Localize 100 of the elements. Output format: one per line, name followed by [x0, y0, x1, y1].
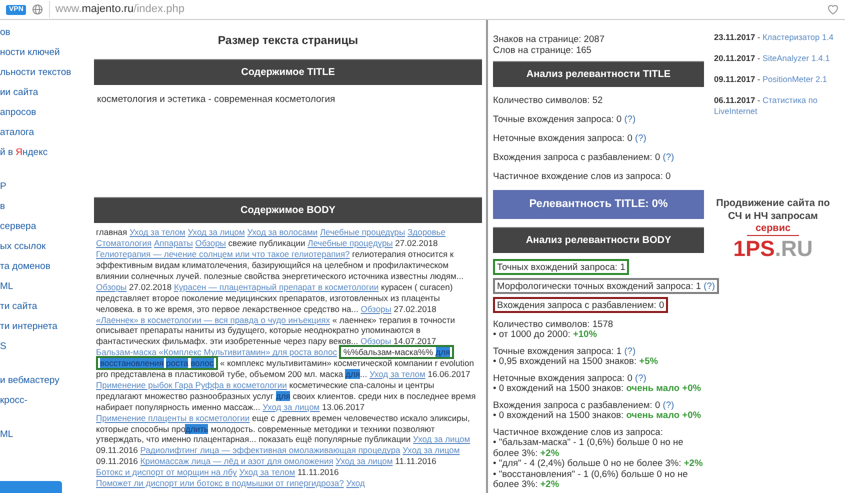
match-box: Вхождения запроса с разбавлением: 0	[493, 296, 668, 312]
article-link[interactable]: Уход за лицом	[262, 402, 320, 412]
heart-icon[interactable]	[827, 4, 839, 15]
section-header: Содержимое TITLE	[94, 59, 482, 86]
help-link[interactable]: (?)	[624, 346, 636, 356]
article-link[interactable]: Аппараты	[154, 238, 193, 248]
news-item[interactable]: 20.11.2017 - SiteAnalyzer 1.4.1	[714, 53, 845, 64]
article-link[interactable]: Уход за телом	[369, 369, 426, 380]
body-metric: • "бальзам-маска" - 1 (0,6%) больше 0 но не более 3%: +2%	[493, 437, 684, 458]
news-item[interactable]: 23.11.2017 - Кластеризатор 1.4	[714, 32, 845, 43]
help-link[interactable]: (?)	[624, 114, 636, 124]
sidebar-link[interactable]: ти интернета	[0, 317, 88, 337]
body-metric: • от 1000 до 2000: +10%	[493, 329, 598, 340]
article-link[interactable]: Уход за лицом	[402, 445, 460, 456]
match-box: Точных вхождений запроса: 1	[493, 258, 630, 274]
article-link[interactable]: Уход за лицом	[188, 227, 245, 238]
article-link[interactable]: «Лаеннек» в косметологии — вся правда о чудо инъекциях	[96, 314, 330, 324]
page-size-title: Размер текста страницы	[216, 34, 360, 49]
article-link[interactable]: Уход за телом	[239, 467, 296, 478]
highlighted-word: для	[276, 390, 290, 401]
banner-headline: Продвижение сайта по СЧ и НЧ запросам	[715, 197, 831, 223]
sidebar-link[interactable]: S	[0, 337, 88, 357]
body-metric: Неточные вхождения запроса: 0 (?)	[493, 372, 648, 383]
article-link[interactable]: Обзоры	[96, 282, 127, 292]
body-metric: • 0 вхождений на 1500 знаков: очень мало +0%	[493, 410, 702, 420]
article-link[interactable]: Стоматология	[96, 238, 152, 248]
help-link[interactable]: (?)	[704, 280, 715, 290]
relevance-bar: Релевантность TITLE: 0%	[493, 190, 704, 218]
article-link[interactable]: Радиолифтинг лица — эффективная омолаживающая процедура	[140, 445, 400, 456]
help-link[interactable]: (?)	[662, 152, 674, 162]
title-metric: Точные вхождения запроса: 0 (?)	[493, 114, 637, 125]
body-metric: • "для" - 4 (2,4%) больше 0 но не более 3%: +2%	[493, 458, 704, 468]
page-stat: Знаков на странице: 2087	[493, 34, 606, 45]
sidebar-link[interactable]: P	[0, 177, 88, 197]
globe-icon	[32, 4, 44, 15]
sidebar-link[interactable]: ML	[0, 425, 88, 445]
sidebar-link[interactable]: апросов	[0, 103, 88, 123]
body-metric: Точные вхождения запроса: 1 (?)	[493, 346, 637, 356]
article-link[interactable]: Лечебные процедуры	[308, 238, 393, 248]
article-link[interactable]: Бальзам-маска «Комплекс Мультивитамин» для роста волос	[96, 347, 338, 358]
highlighted-word: восстановления	[100, 358, 164, 368]
sidebar-link[interactable]: кросс-	[0, 391, 88, 411]
sidebar-link[interactable]: в	[0, 197, 88, 217]
article-link[interactable]: Курасен — плацентарный препарат в косметологии	[174, 282, 379, 292]
body-metric: • 0 вхождений на 1500 знаков: очень мало +0%	[493, 383, 702, 394]
article-link[interactable]: Здоровье	[408, 227, 446, 238]
title-metric: Неточные вхождения запроса: 0 (?)	[493, 133, 648, 144]
sidebar-link[interactable]: льности текстов	[0, 63, 88, 83]
sidebar-link[interactable]: аталога	[0, 123, 88, 143]
sidebar-link[interactable]: сервера	[0, 217, 88, 237]
body-metric: Вхождения запроса с разбавлением: 0 (?)	[493, 400, 676, 410]
article-link[interactable]: Обзоры	[360, 304, 392, 314]
match-box: Морфологически точных вхождений запроса: 1 (?)	[493, 278, 719, 294]
sidebar-link[interactable]: ти сайта	[0, 297, 88, 317]
highlighted-word: для	[345, 369, 360, 380]
sidebar-link[interactable]: ности ключей	[0, 43, 88, 63]
article-link[interactable]: Уход за лицом	[336, 456, 393, 466]
sidebar-link[interactable]: ых ссылок	[0, 237, 88, 257]
article-link[interactable]: Уход за волосами	[247, 227, 318, 238]
article-link[interactable]: Уход	[346, 478, 365, 488]
title-metric: Вхождения запроса с разбавлением: 0 (?)	[493, 152, 676, 163]
help-link[interactable]: (?)	[662, 400, 674, 410]
sidebar-link[interactable]: ML	[0, 277, 88, 297]
help-link[interactable]: (?)	[634, 372, 646, 382]
article-link[interactable]: Ботокс и диспорт от морщин на лбу	[96, 467, 237, 478]
help-link[interactable]: (?)	[634, 133, 646, 143]
banner-service: сервис	[747, 223, 799, 236]
section-header: Анализ релевантности TITLE	[493, 61, 704, 87]
article-link[interactable]: Лечебные процедуры	[320, 227, 406, 238]
sidebar-link[interactable]: и вебмастеру	[0, 371, 88, 391]
title-content: косметология и эстетика - современная косметология	[96, 93, 336, 108]
body-metric: Частичное вхождение слов из запроса:	[493, 426, 664, 437]
body-metric: • 0,95 вхождений на 1500 знаков: +5%	[493, 356, 660, 366]
article-link[interactable]: Уход за лицом	[413, 434, 470, 444]
article-link[interactable]: Применение рыбок Гара Руффа в косметологии	[96, 380, 287, 390]
article-link[interactable]: Гелиотерапия — лечение солнцем или что такое гелиотерапия?	[96, 249, 350, 260]
sidebar-link[interactable]: й в Яндекс	[0, 143, 88, 163]
article-link[interactable]: Обзоры	[195, 238, 226, 248]
news-item[interactable]: 09.11.2017 - PositionMeter 2.1	[714, 74, 845, 85]
highlighted-word: длить	[185, 424, 208, 434]
body-metric: • "восстановления" - 1 (0,6%) больше 0 но не более 3%: +2%	[493, 468, 689, 490]
body-metric: Количество символов: 1578	[493, 318, 614, 329]
sidebar-link[interactable]: та доменов	[0, 257, 88, 277]
page-stat: Слов на странице: 165	[493, 45, 592, 56]
news-item[interactable]: 06.11.2017 - Статистика по LiveInternet	[714, 95, 845, 117]
article-link[interactable]: Криомассаж лица — лёд и азот для омоложения	[140, 456, 334, 466]
highlighted-word: волос	[190, 358, 214, 368]
section-header: Содержимое BODY	[94, 197, 482, 224]
ad-banner[interactable]: Продвижение сайта по СЧ и НЧ запросам сервис 1PS.RU	[714, 197, 832, 262]
title-metric: Частичное вхождение слов из запроса: 0	[493, 171, 672, 182]
article-link[interactable]: Поможет ли диспорт или ботокс в подмышки от гипергидроза?	[96, 478, 344, 488]
article-link[interactable]: Обзоры	[360, 336, 392, 346]
sidebar-link[interactable]: ов	[0, 23, 88, 43]
article-link[interactable]: Применение плаценты в косметологии	[96, 412, 250, 423]
banner-logo: 1PS.RU	[733, 236, 813, 262]
title-metric: Количество символов: 52	[493, 95, 604, 106]
sidebar-link[interactable]: ии сайта	[0, 83, 88, 103]
article-link[interactable]: Уход за телом	[130, 227, 186, 238]
url-text[interactable]: www.majento.ru/index.php	[49, 1, 184, 18]
section-header: Анализ релевантности BODY	[493, 226, 704, 252]
